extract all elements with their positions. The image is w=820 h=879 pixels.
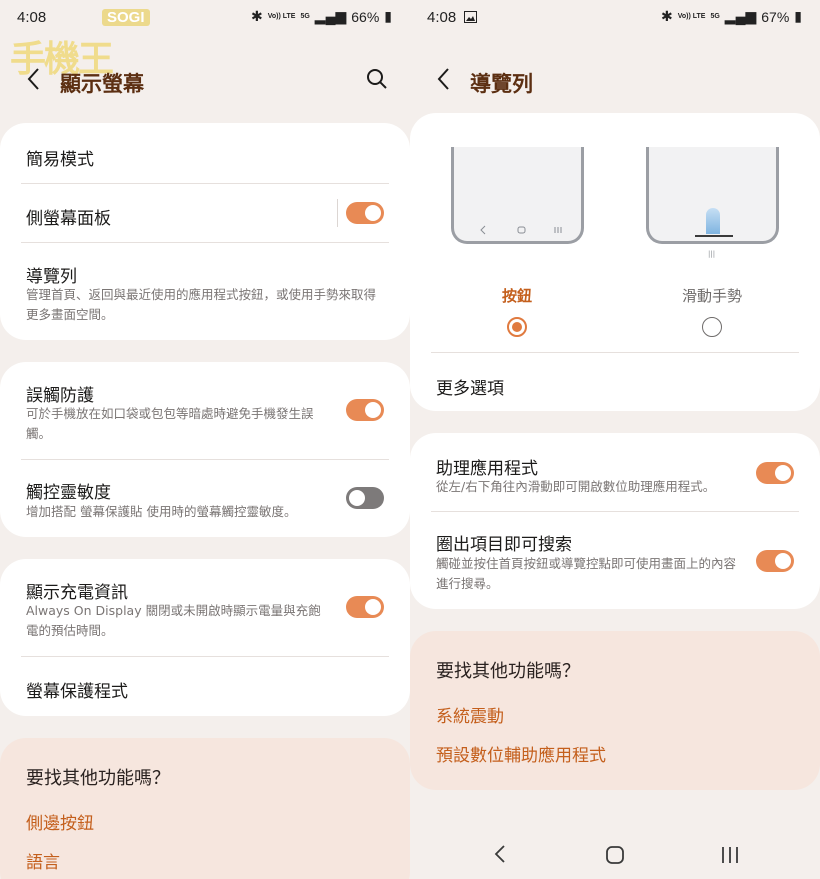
system-vibration-link[interactable]: 系統震動 [436, 702, 504, 727]
gesture-handle-icon [695, 235, 733, 237]
default-assistant-link[interactable]: 預設數位輔助應用程式 [436, 741, 606, 766]
language-link[interactable]: 語言 [26, 848, 60, 873]
network-5g-icon: 5G [710, 13, 720, 20]
nav-bar-row[interactable]: 導覽列 管理首頁、返回與最近使用的應用程式按鈕，或使用手勢來取得更多畫面空間。 [0, 243, 410, 340]
gesture-hint-lines-icon: ||| [708, 250, 716, 258]
volte-icon: Vo)) LTE [267, 13, 296, 20]
looking-for-something-card: 要找其他功能嗎？ 系統震動 預設數位輔助應用程式 [410, 631, 820, 790]
settings-card-display-3: 顯示充電資訊 Always On Display 關閉或未開啟時顯示電量與充飽電… [0, 559, 410, 716]
battery-icon: ▮ [384, 8, 392, 24]
touch-sensitivity-description: 增加搭配 螢幕保護貼 使用時的螢幕觸控靈敏度。 [26, 504, 297, 519]
accidental-touch-label: 誤觸防護 [26, 386, 94, 406]
touch-sensitivity-label: 觸控靈敏度 [26, 483, 111, 503]
buttons-option-label: 按鈕 [501, 287, 532, 305]
nav-type-card: ||| 按鈕 滑動手勢 更多選項 [410, 113, 820, 411]
charging-info-row[interactable]: 顯示充電資訊 Always On Display 關閉或未開啟時顯示電量與充飽電… [0, 559, 410, 656]
more-options-row[interactable]: 更多選項 [410, 353, 820, 411]
tip-title: 要找其他功能嗎？ [26, 768, 170, 789]
system-nav-bar [410, 834, 820, 874]
more-options-label: 更多選項 [436, 379, 504, 399]
nav-recents-icon[interactable] [721, 846, 739, 868]
nav-buttons-preview-icon [480, 225, 562, 235]
circle-to-search-row[interactable]: 圈出項目即可搜索 觸碰並按住首頁按鈕或導覽控點即可使用畫面上的內容進行搜尋。 [410, 512, 820, 609]
status-icons: ✱ Vo)) LTE 5G ▂▄▆ 67% ▮ [661, 8, 802, 25]
looking-for-something-card: 要找其他功能嗎？ 側邊按鈕 語言 [0, 738, 410, 879]
touch-sensitivity-row[interactable]: 觸控靈敏度 增加搭配 螢幕保護貼 使用時的螢幕觸控靈敏度。 [0, 460, 410, 537]
left-screen: 4:08 ✱ Vo)) LTE 5G ▂▄▆ 66% ▮ SOGI 手機王 顯示… [0, 0, 410, 879]
signal-icon: ▂▄▆ [724, 8, 757, 24]
edge-panels-label: 側螢幕面板 [26, 209, 111, 229]
network-5g-icon: 5G [300, 13, 310, 20]
status-bar: 4:08 ✱ Vo)) LTE 5G ▂▄▆ 67% ▮ [410, 0, 820, 36]
circle-to-search-toggle[interactable] [756, 550, 794, 572]
easy-mode-label: 簡易模式 [26, 150, 94, 170]
volte-icon: Vo)) LTE [677, 13, 706, 20]
nav-back-icon[interactable] [494, 844, 506, 868]
circle-to-search-description: 觸碰並按住首頁按鈕或導覽控點即可使用畫面上的內容進行搜尋。 [436, 556, 737, 591]
edge-panels-toggle[interactable] [346, 202, 384, 224]
gestures-option-label: 滑動手勢 [681, 287, 742, 305]
swipe-gesture-hint-icon [706, 208, 720, 234]
back-icon[interactable] [436, 66, 452, 96]
battery-icon: ▮ [794, 8, 802, 24]
status-icons: ✱ Vo)) LTE 5G ▂▄▆ 66% ▮ [251, 8, 392, 25]
assistant-app-toggle[interactable] [756, 462, 794, 484]
accidental-touch-description: 可於手機放在如口袋或包包等暗處時避免手機發生誤觸。 [26, 406, 314, 441]
charging-info-label: 顯示充電資訊 [26, 583, 128, 603]
assistant-app-row[interactable]: 助理應用程式 從左/右下角往內滑動即可開啟數位助理應用程式。 [410, 433, 820, 511]
right-screen: 4:08 ✱ Vo)) LTE 5G ▂▄▆ 67% ▮ 導覽列 ||| 按鈕 … [410, 0, 820, 879]
settings-card-display-1: 簡易模式 側螢幕面板 導覽列 管理首頁、返回與最近使用的應用程式按鈕，或使用手勢… [0, 123, 410, 340]
nav-home-icon[interactable] [606, 846, 624, 868]
gallery-notification-icon [464, 10, 477, 27]
search-icon[interactable] [366, 68, 388, 94]
accidental-touch-toggle[interactable] [346, 399, 384, 421]
bluetooth-icon: ✱ [660, 8, 673, 24]
page-title: 導覽列 [470, 72, 533, 96]
gestures-preview[interactable] [646, 147, 779, 244]
circle-to-search-label: 圈出項目即可搜索 [436, 535, 572, 555]
back-icon[interactable] [26, 66, 42, 96]
side-button-link[interactable]: 側邊按鈕 [26, 809, 94, 834]
app-bar: 顯示螢幕 [0, 60, 410, 104]
accidental-touch-row[interactable]: 誤觸防護 可於手機放在如口袋或包包等暗處時避免手機發生誤觸。 [0, 362, 410, 459]
watermark-brand: SOGI [102, 9, 150, 26]
edge-panels-row[interactable]: 側螢幕面板 [0, 183, 410, 243]
signal-icon: ▂▄▆ [314, 8, 347, 24]
assistant-card: 助理應用程式 從左/右下角往內滑動即可開啟數位助理應用程式。 圈出項目即可搜索 … [410, 433, 820, 609]
nav-bar-label: 導覽列 [26, 267, 77, 287]
buttons-preview[interactable] [451, 147, 584, 244]
assistant-app-description: 從左/右下角往內滑動即可開啟數位助理應用程式。 [436, 479, 716, 494]
settings-card-display-2: 誤觸防護 可於手機放在如口袋或包包等暗處時避免手機發生誤觸。 觸控靈敏度 增加搭… [0, 362, 410, 537]
easy-mode-row[interactable]: 簡易模式 [0, 123, 410, 183]
touch-sensitivity-toggle[interactable] [346, 487, 384, 509]
battery-percent: 67% [761, 8, 790, 25]
gestures-radio[interactable] [702, 317, 722, 337]
app-bar: 導覽列 [410, 60, 820, 104]
status-time: 4:08 [427, 9, 457, 26]
battery-percent: 66% [351, 8, 380, 25]
charging-info-toggle[interactable] [346, 596, 384, 618]
vertical-separator [337, 199, 338, 227]
tip-title: 要找其他功能嗎？ [436, 661, 580, 682]
bluetooth-icon: ✱ [250, 8, 263, 24]
nav-bar-description: 管理首頁、返回與最近使用的應用程式按鈕，或使用手勢來取得更多畫面空間。 [26, 287, 377, 322]
charging-info-description: Always On Display 關閉或未開啟時顯示電量與充飽電的預估時間。 [26, 603, 321, 638]
screen-saver-label: 螢幕保護程式 [26, 682, 128, 702]
buttons-radio[interactable] [507, 317, 527, 337]
page-title: 顯示螢幕 [60, 72, 144, 96]
assistant-app-label: 助理應用程式 [436, 459, 538, 479]
screen-saver-row[interactable]: 螢幕保護程式 [0, 657, 410, 716]
